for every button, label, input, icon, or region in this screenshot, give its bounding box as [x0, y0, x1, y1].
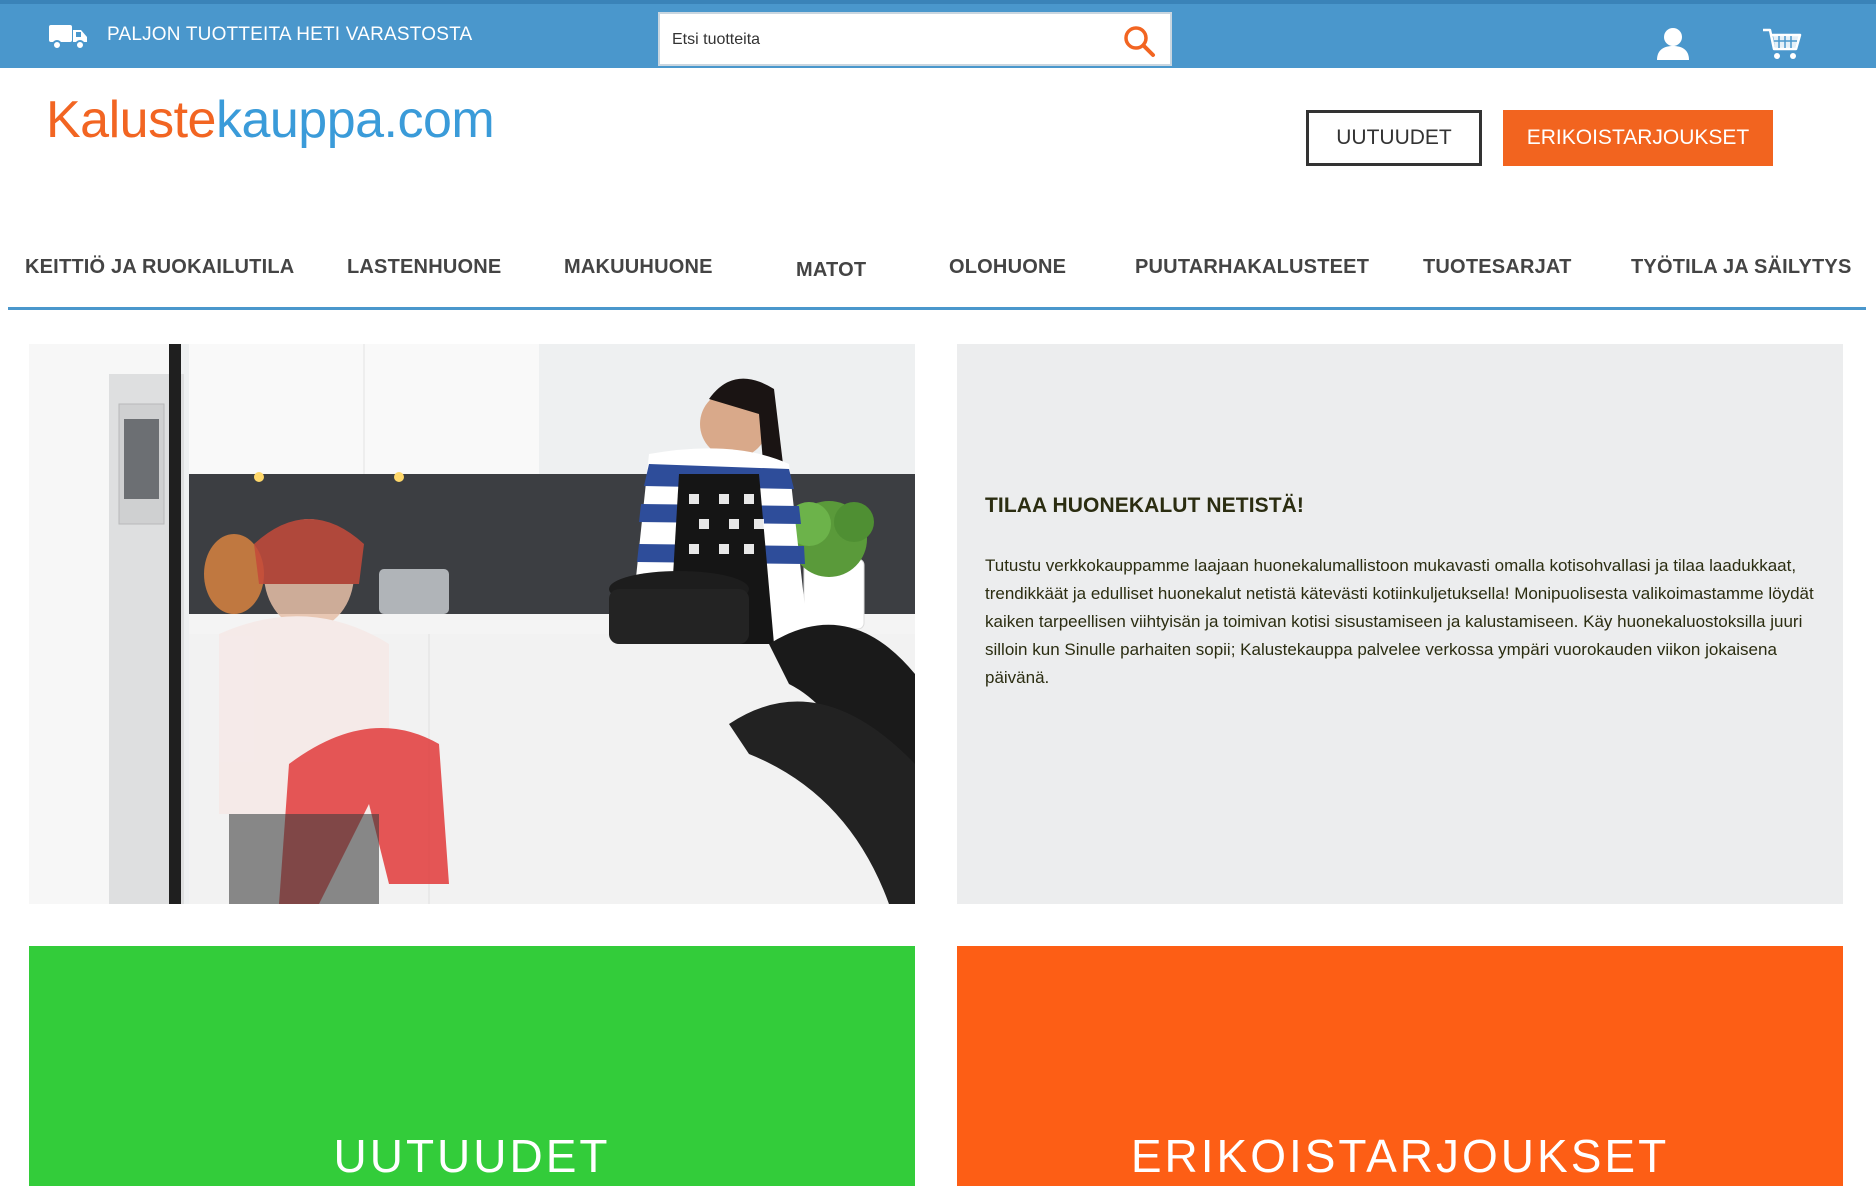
new-arrivals-tile-label: UUTUUDET: [333, 1130, 611, 1182]
logo-part-2: kauppa.com: [215, 91, 495, 149]
promo-text: PALJON TUOTTEITA HETI VARASTOSTA: [107, 24, 473, 45]
hero-image: [29, 344, 915, 904]
nav-item-kitchen-dining[interactable]: KEITTIÖ JA RUOKAILUTILA: [25, 256, 294, 279]
new-arrivals-button[interactable]: UUTUUDET: [1306, 110, 1482, 166]
search-box: [658, 12, 1172, 66]
hero-body: Tutustu verkkokauppamme laajaan huonekal…: [985, 556, 1814, 687]
nav-item-garden-furniture[interactable]: PUUTARHAKALUSTEET: [1135, 256, 1369, 279]
nav-item-kids-room[interactable]: LASTENHUONE: [347, 256, 501, 279]
user-icon[interactable]: [1653, 26, 1693, 62]
nav-item-bedroom[interactable]: MAKUUHUONE: [564, 256, 713, 279]
special-offers-tile[interactable]: ERIKOISTARJOUKSET: [957, 946, 1843, 1186]
nav-item-living-room[interactable]: OLOHUONE: [949, 256, 1066, 279]
special-offers-button[interactable]: ERIKOISTARJOUKSET: [1503, 110, 1773, 166]
site-logo[interactable]: Kalustekauppa.com: [46, 90, 495, 150]
hero-text-panel: TILAA HUONEKALUT NETISTÄ! Tutustu verkko…: [957, 344, 1843, 904]
truck-icon: [49, 25, 87, 50]
search-input[interactable]: [672, 26, 1092, 54]
kitchen-scene-illustration: [29, 344, 915, 904]
nav-item-rugs[interactable]: MATOT: [796, 259, 866, 282]
main-nav: KEITTIÖ JA RUOKAILUTILA LASTENHUONE MAKU…: [8, 244, 1866, 310]
special-offers-tile-label: ERIKOISTARJOUKSET: [1130, 1130, 1670, 1182]
nav-item-workspace-storage[interactable]: TYÖTILA JA SÄILYTYS: [1631, 256, 1852, 279]
new-arrivals-tile[interactable]: UUTUUDET: [29, 946, 915, 1186]
top-bar: PALJON TUOTTEITA HETI VARASTOSTA: [0, 0, 1876, 68]
cart-icon[interactable]: [1762, 26, 1802, 62]
nav-item-product-series[interactable]: TUOTESARJAT: [1423, 256, 1572, 279]
logo-part-1: Kaluste: [46, 91, 216, 149]
hero-title: TILAA HUONEKALUT NETISTÄ!: [985, 494, 1305, 517]
search-icon[interactable]: [1122, 24, 1156, 58]
